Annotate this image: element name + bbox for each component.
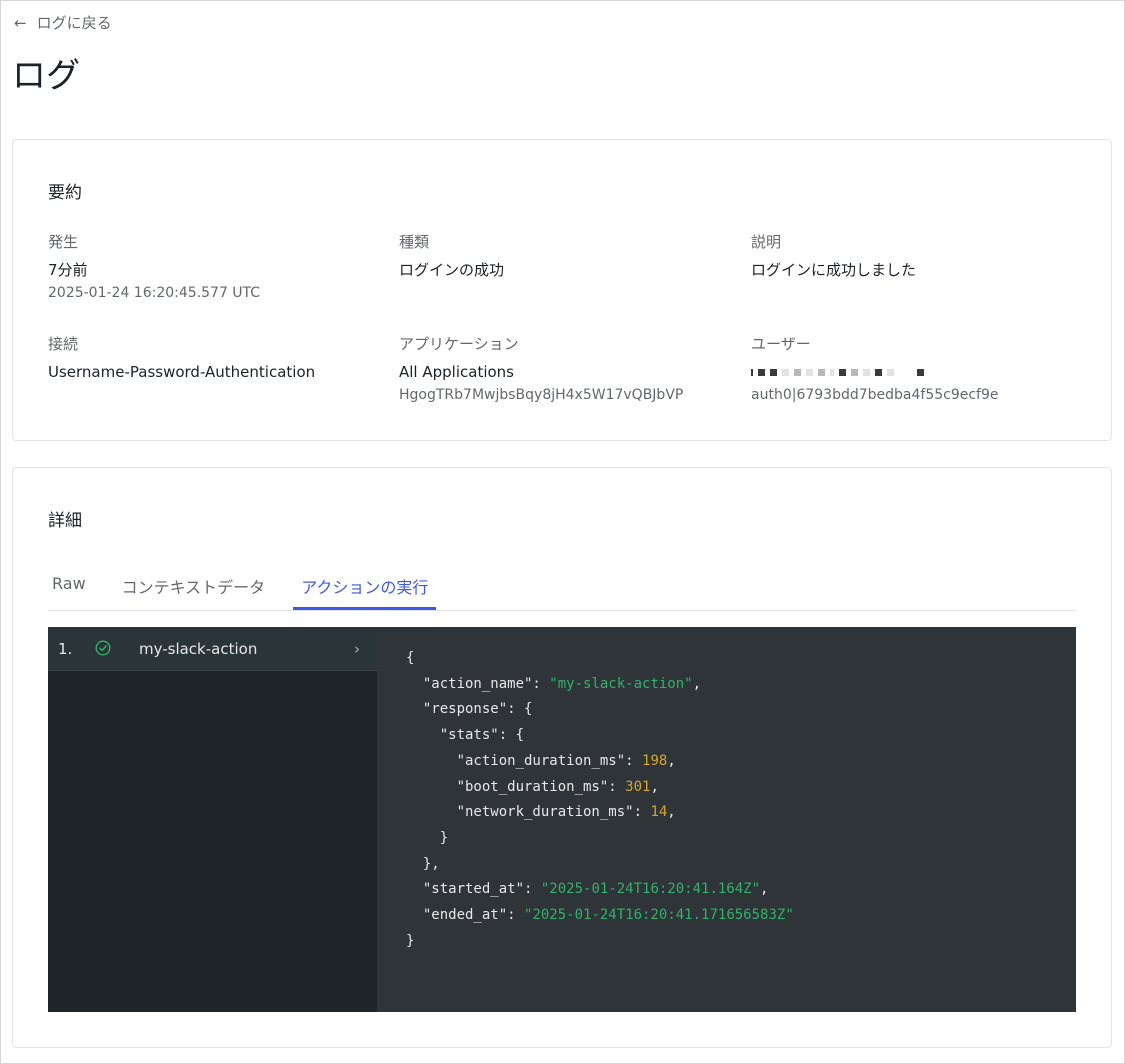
field-description-value: ログインに成功しました <box>751 261 917 279</box>
field-occurred: 発生 7分前 2025-01-24 16:20:45.577 UTC <box>48 232 260 302</box>
execution-index: 1. <box>58 639 73 658</box>
json-ended-at-value: "2025-01-24T16:20:41.171656583Z" <box>524 907 794 924</box>
arrow-left-icon: ← <box>14 13 27 32</box>
field-type-value: ログインの成功 <box>399 261 505 279</box>
field-type: 種類 ログインの成功 <box>399 232 504 280</box>
field-application: アプリケーション All Applications HgogTRb7MwjbsB… <box>399 334 683 404</box>
summary-title: 要約 <box>48 183 82 203</box>
field-application-label: アプリケーション <box>399 335 519 353</box>
tab-raw[interactable]: Raw <box>48 564 90 609</box>
field-description: 説明 ログインに成功しました <box>751 232 916 280</box>
back-to-logs-link[interactable]: ← ログに戻る <box>14 12 112 33</box>
field-occurred-value: 7分前 <box>48 261 88 279</box>
field-user: ユーザー auth0|6793bdd7bedba4f55c9ecf9e <box>751 334 999 404</box>
field-occurred-label: 発生 <box>48 233 79 251</box>
details-title: 詳細 <box>48 511 82 531</box>
execution-list: 1. my-slack-action › <box>48 627 377 1012</box>
redacted-user-name[interactable] <box>751 362 999 382</box>
json-started-at-value: "2025-01-24T16:20:41.164Z" <box>540 881 761 898</box>
field-connection-label: 接続 <box>48 335 79 353</box>
tab-context-data[interactable]: コンテキストデータ <box>118 564 270 609</box>
action-execution-panel: 1. my-slack-action › { "action_name": "m… <box>48 627 1076 1012</box>
details-tabs: Raw コンテキストデータ アクションの実行 <box>48 564 1076 611</box>
field-application-client-id: HgogTRb7MwjbsBqy8jH4x5W17vQBJbVP <box>399 387 684 403</box>
field-user-id: auth0|6793bdd7bedba4f55c9ecf9e <box>751 387 999 403</box>
field-connection: 接続 Username-Password-Authentication <box>48 334 315 382</box>
execution-json-viewer: { "action_name": "my-slack-action", "res… <box>406 650 794 949</box>
execution-list-item[interactable]: 1. my-slack-action › <box>48 627 377 671</box>
field-description-label: 説明 <box>751 233 782 251</box>
back-link-label: ログに戻る <box>36 14 112 32</box>
field-application-value[interactable]: All Applications <box>399 362 683 382</box>
field-occurred-timestamp: 2025-01-24 16:20:45.577 UTC <box>48 285 261 301</box>
field-type-label: 種類 <box>399 233 430 251</box>
execution-action-name: my-slack-action <box>139 639 258 658</box>
details-card: 詳細 Raw コンテキストデータ アクションの実行 1. my-slack-ac… <box>12 467 1112 1048</box>
json-boot-duration-value: 301 <box>625 778 651 795</box>
json-action-duration-value: 198 <box>642 752 668 769</box>
success-check-icon <box>95 640 111 656</box>
field-connection-value[interactable]: Username-Password-Authentication <box>48 362 315 382</box>
tab-action-executions[interactable]: アクションの実行 <box>293 564 437 610</box>
field-user-label: ユーザー <box>751 335 811 353</box>
json-network-duration-value: 14 <box>650 804 668 821</box>
json-action-name-value: "my-slack-action" <box>549 675 693 692</box>
page-title: ログ <box>12 56 80 96</box>
chevron-right-icon: › <box>354 640 360 658</box>
summary-card: 要約 発生 7分前 2025-01-24 16:20:45.577 UTC 種類… <box>12 139 1112 441</box>
